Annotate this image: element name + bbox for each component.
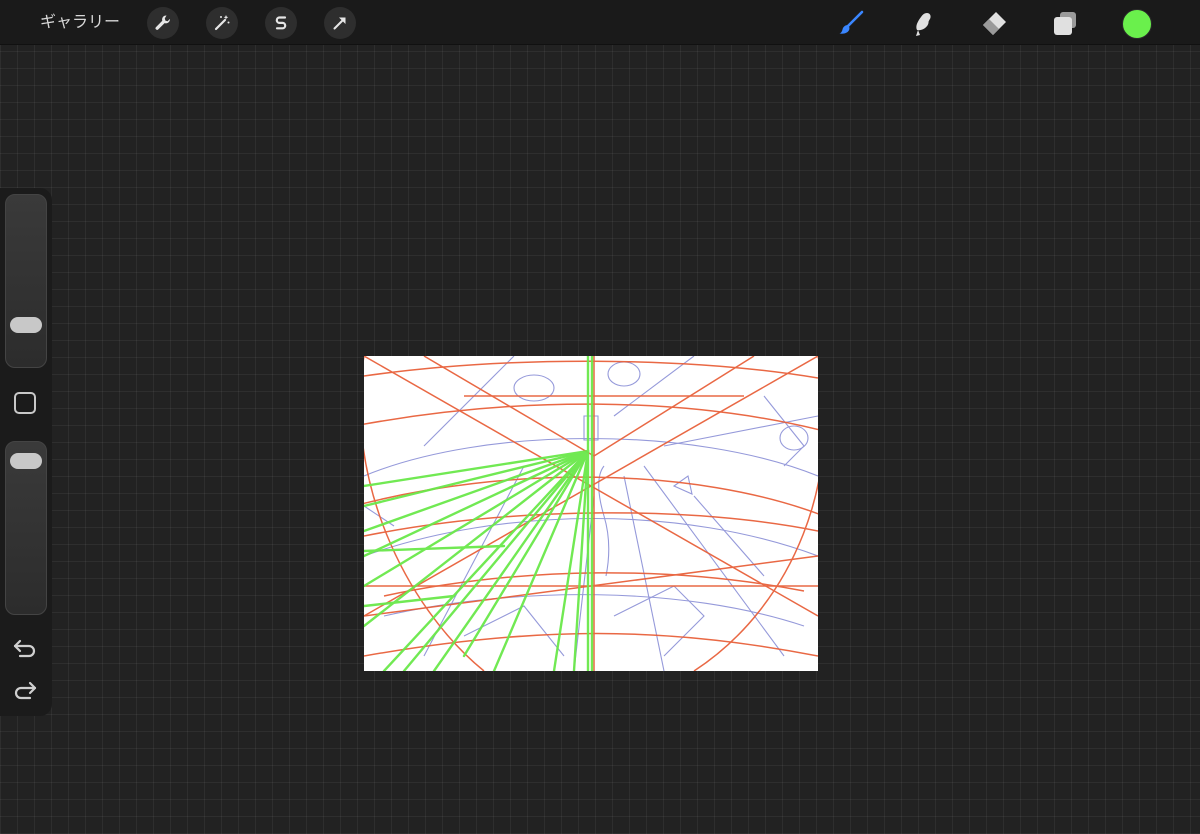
gallery-button[interactable]: ギャラリー <box>40 11 120 33</box>
redo-arrow-icon <box>14 681 37 700</box>
transform-arrow-icon <box>333 17 346 30</box>
brush-size-thumb[interactable] <box>10 317 42 334</box>
opacity-thumb[interactable] <box>10 453 42 470</box>
transform-button[interactable] <box>324 7 356 39</box>
undo-button[interactable] <box>12 636 38 660</box>
wrench-icon <box>155 15 170 30</box>
eraser-icon <box>983 12 1006 35</box>
brush-size-slider[interactable] <box>5 194 47 368</box>
redo-button[interactable] <box>12 678 38 702</box>
left-sidebar <box>0 188 52 716</box>
modify-button[interactable] <box>14 392 36 414</box>
undo-arrow-icon <box>13 639 36 658</box>
smudge-tool-button[interactable] <box>906 6 940 40</box>
brush-icon <box>839 10 864 34</box>
layers-button[interactable] <box>1048 6 1082 40</box>
top-toolbar: ギャラリー <box>0 0 1200 45</box>
smudge-icon <box>916 13 931 36</box>
color-picker-button[interactable] <box>1122 9 1152 39</box>
magic-wand-icon <box>214 15 230 31</box>
perspective-sketch-artwork <box>364 356 818 671</box>
selection-s-icon <box>275 16 287 30</box>
selection-button[interactable] <box>265 7 297 39</box>
opacity-slider[interactable] <box>5 441 47 615</box>
adjustments-button[interactable] <box>206 7 238 39</box>
brush-tool-button[interactable] <box>835 6 869 40</box>
drawing-canvas[interactable] <box>364 356 818 671</box>
actions-button[interactable] <box>147 7 179 39</box>
eraser-tool-button[interactable] <box>977 6 1011 40</box>
layers-icon <box>1054 12 1076 35</box>
